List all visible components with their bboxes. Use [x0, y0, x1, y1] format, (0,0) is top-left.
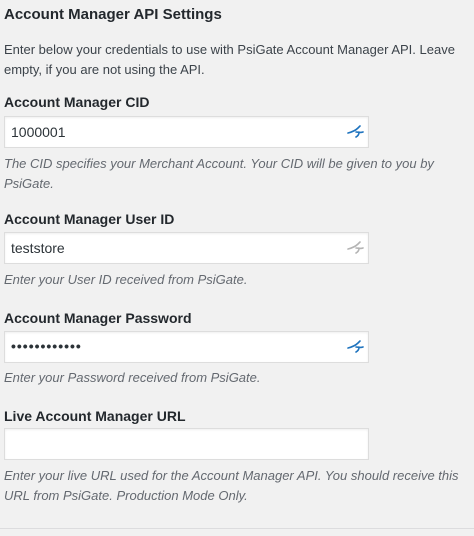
password-label: Account Manager Password [4, 310, 192, 326]
section-title: Account Manager API Settings [4, 6, 222, 23]
user-id-value: teststore [11, 240, 65, 256]
section-description: Enter below your credentials to use with… [4, 42, 455, 77]
password-help: Enter your Password received from PsiGat… [4, 370, 261, 385]
user-id-label: Account Manager User ID [4, 211, 175, 227]
password-manager-icon[interactable] [347, 240, 365, 256]
password-value: •••••••••••• [11, 338, 82, 354]
divider [0, 528, 474, 529]
live-url-label: Live Account Manager URL [4, 408, 186, 424]
cid-input[interactable]: 1000001 [4, 116, 369, 148]
password-manager-icon[interactable] [347, 124, 365, 140]
cid-value: 1000001 [11, 124, 66, 140]
password-manager-icon[interactable] [347, 339, 365, 355]
user-id-help: Enter your User ID received from PsiGate… [4, 272, 248, 287]
user-id-input[interactable]: teststore [4, 232, 369, 264]
password-input[interactable]: •••••••••••• [4, 331, 369, 363]
live-url-input[interactable] [4, 428, 369, 460]
cid-label: Account Manager CID [4, 94, 150, 110]
live-url-help: Enter your live URL used for the Account… [4, 468, 459, 503]
cid-help: The CID specifies your Merchant Account.… [4, 156, 434, 191]
